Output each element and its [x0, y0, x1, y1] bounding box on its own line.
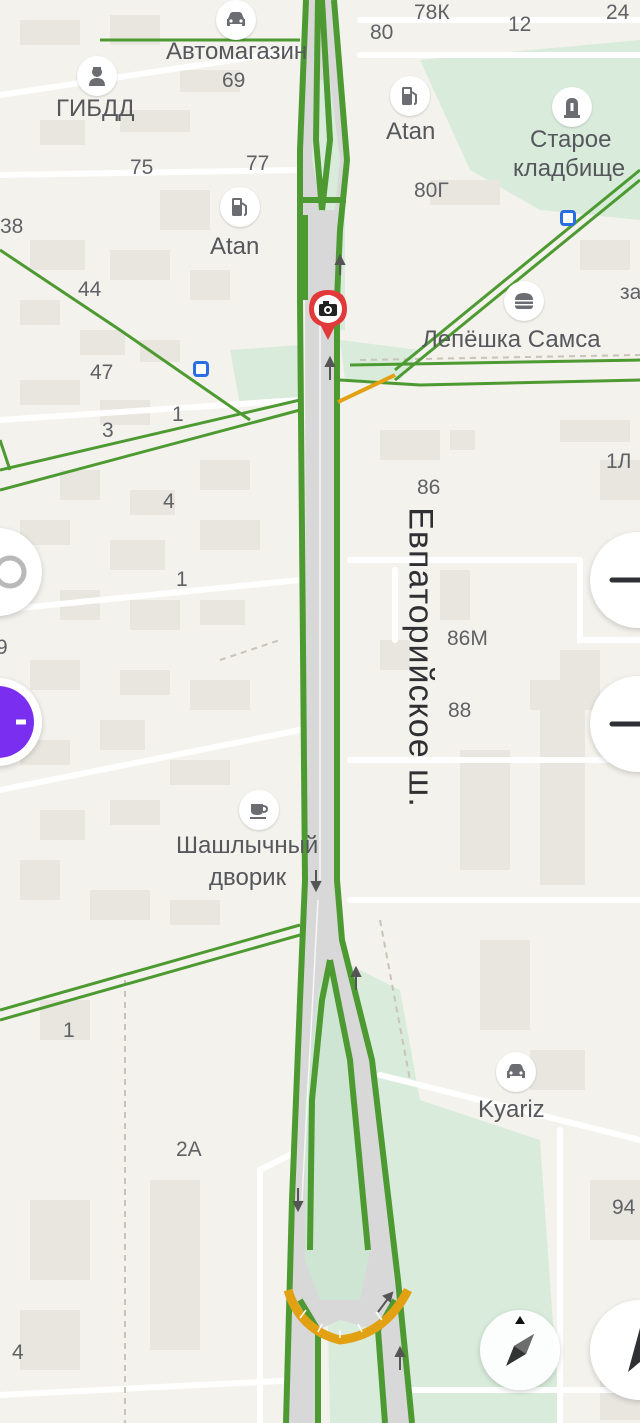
- compass-button[interactable]: [480, 1310, 560, 1390]
- house-number: 86М: [447, 627, 488, 650]
- house-number: 1: [63, 1019, 75, 1042]
- traffic-layer-button[interactable]: [0, 528, 42, 616]
- house-number: 80Г: [414, 179, 449, 202]
- house-number: 3: [102, 419, 114, 442]
- fuel-icon: [220, 187, 260, 227]
- police-icon: [77, 56, 117, 96]
- house-number: 47: [90, 361, 114, 384]
- cemetery-icon: [552, 87, 592, 127]
- house-number: 69: [222, 69, 246, 92]
- poi-label: Atan: [386, 118, 436, 145]
- poi-label: дворик: [209, 864, 287, 891]
- house-number: 94: [612, 1196, 636, 1219]
- zoom-in-button[interactable]: [590, 532, 640, 628]
- bus-stop-icon[interactable]: [560, 210, 576, 226]
- house-number: 75: [130, 156, 154, 179]
- house-number: 1Л: [606, 450, 632, 473]
- house-number: 77: [246, 152, 270, 175]
- cafe-icon: [239, 790, 279, 830]
- house-number: 78К: [414, 1, 450, 24]
- house-number: 2А: [176, 1138, 202, 1161]
- map-view[interactable]: 78К 12 24 80 69 75 77 80Г 38 44 за 47 1 …: [0, 0, 640, 1423]
- poi-label: ГИБДД: [56, 95, 135, 122]
- house-number: 24: [606, 1, 630, 24]
- burger-icon: [504, 281, 544, 321]
- house-number: 1: [176, 568, 188, 591]
- house-number: 80: [370, 21, 394, 44]
- camera-icon: [309, 290, 347, 340]
- zoom-out-button[interactable]: [590, 676, 640, 772]
- bus-stop-icon[interactable]: [193, 361, 209, 377]
- house-number: 9: [0, 636, 8, 659]
- house-number: 12: [508, 13, 532, 36]
- speed-camera-marker[interactable]: [307, 288, 349, 342]
- voice-assistant-icon: [0, 686, 34, 758]
- house-number: 1: [172, 403, 184, 426]
- car-icon: [496, 1052, 536, 1092]
- poi-label: кладбище: [513, 155, 626, 182]
- house-number: за: [620, 281, 640, 304]
- poi-label: Лепёшка Самса: [422, 326, 601, 353]
- car-icon: [216, 0, 256, 40]
- poi-label: Atan: [210, 233, 260, 260]
- house-number: 88: [448, 699, 472, 722]
- traffic-light-icon: [0, 555, 27, 589]
- house-number: 38: [0, 215, 24, 238]
- poi-label: Шашлычный: [176, 832, 319, 859]
- minus-icon: [609, 721, 640, 727]
- alice-button[interactable]: [0, 678, 42, 766]
- house-number: 4: [163, 490, 175, 513]
- map-canvas[interactable]: [0, 0, 640, 1423]
- fuel-icon: [390, 76, 430, 116]
- compass-icon: [506, 1316, 534, 1366]
- route-button[interactable]: [590, 1300, 640, 1400]
- plus-icon: [609, 577, 640, 583]
- house-number: 4: [12, 1341, 24, 1364]
- poi-label: Автомагазин: [166, 38, 308, 65]
- navigation-arrow-icon: [628, 1328, 640, 1372]
- poi-label: Старое: [530, 126, 612, 153]
- poi-label: Kyariz: [478, 1096, 545, 1123]
- house-number: 44: [78, 278, 102, 301]
- street-label: Евпаторийское ш.: [401, 507, 440, 808]
